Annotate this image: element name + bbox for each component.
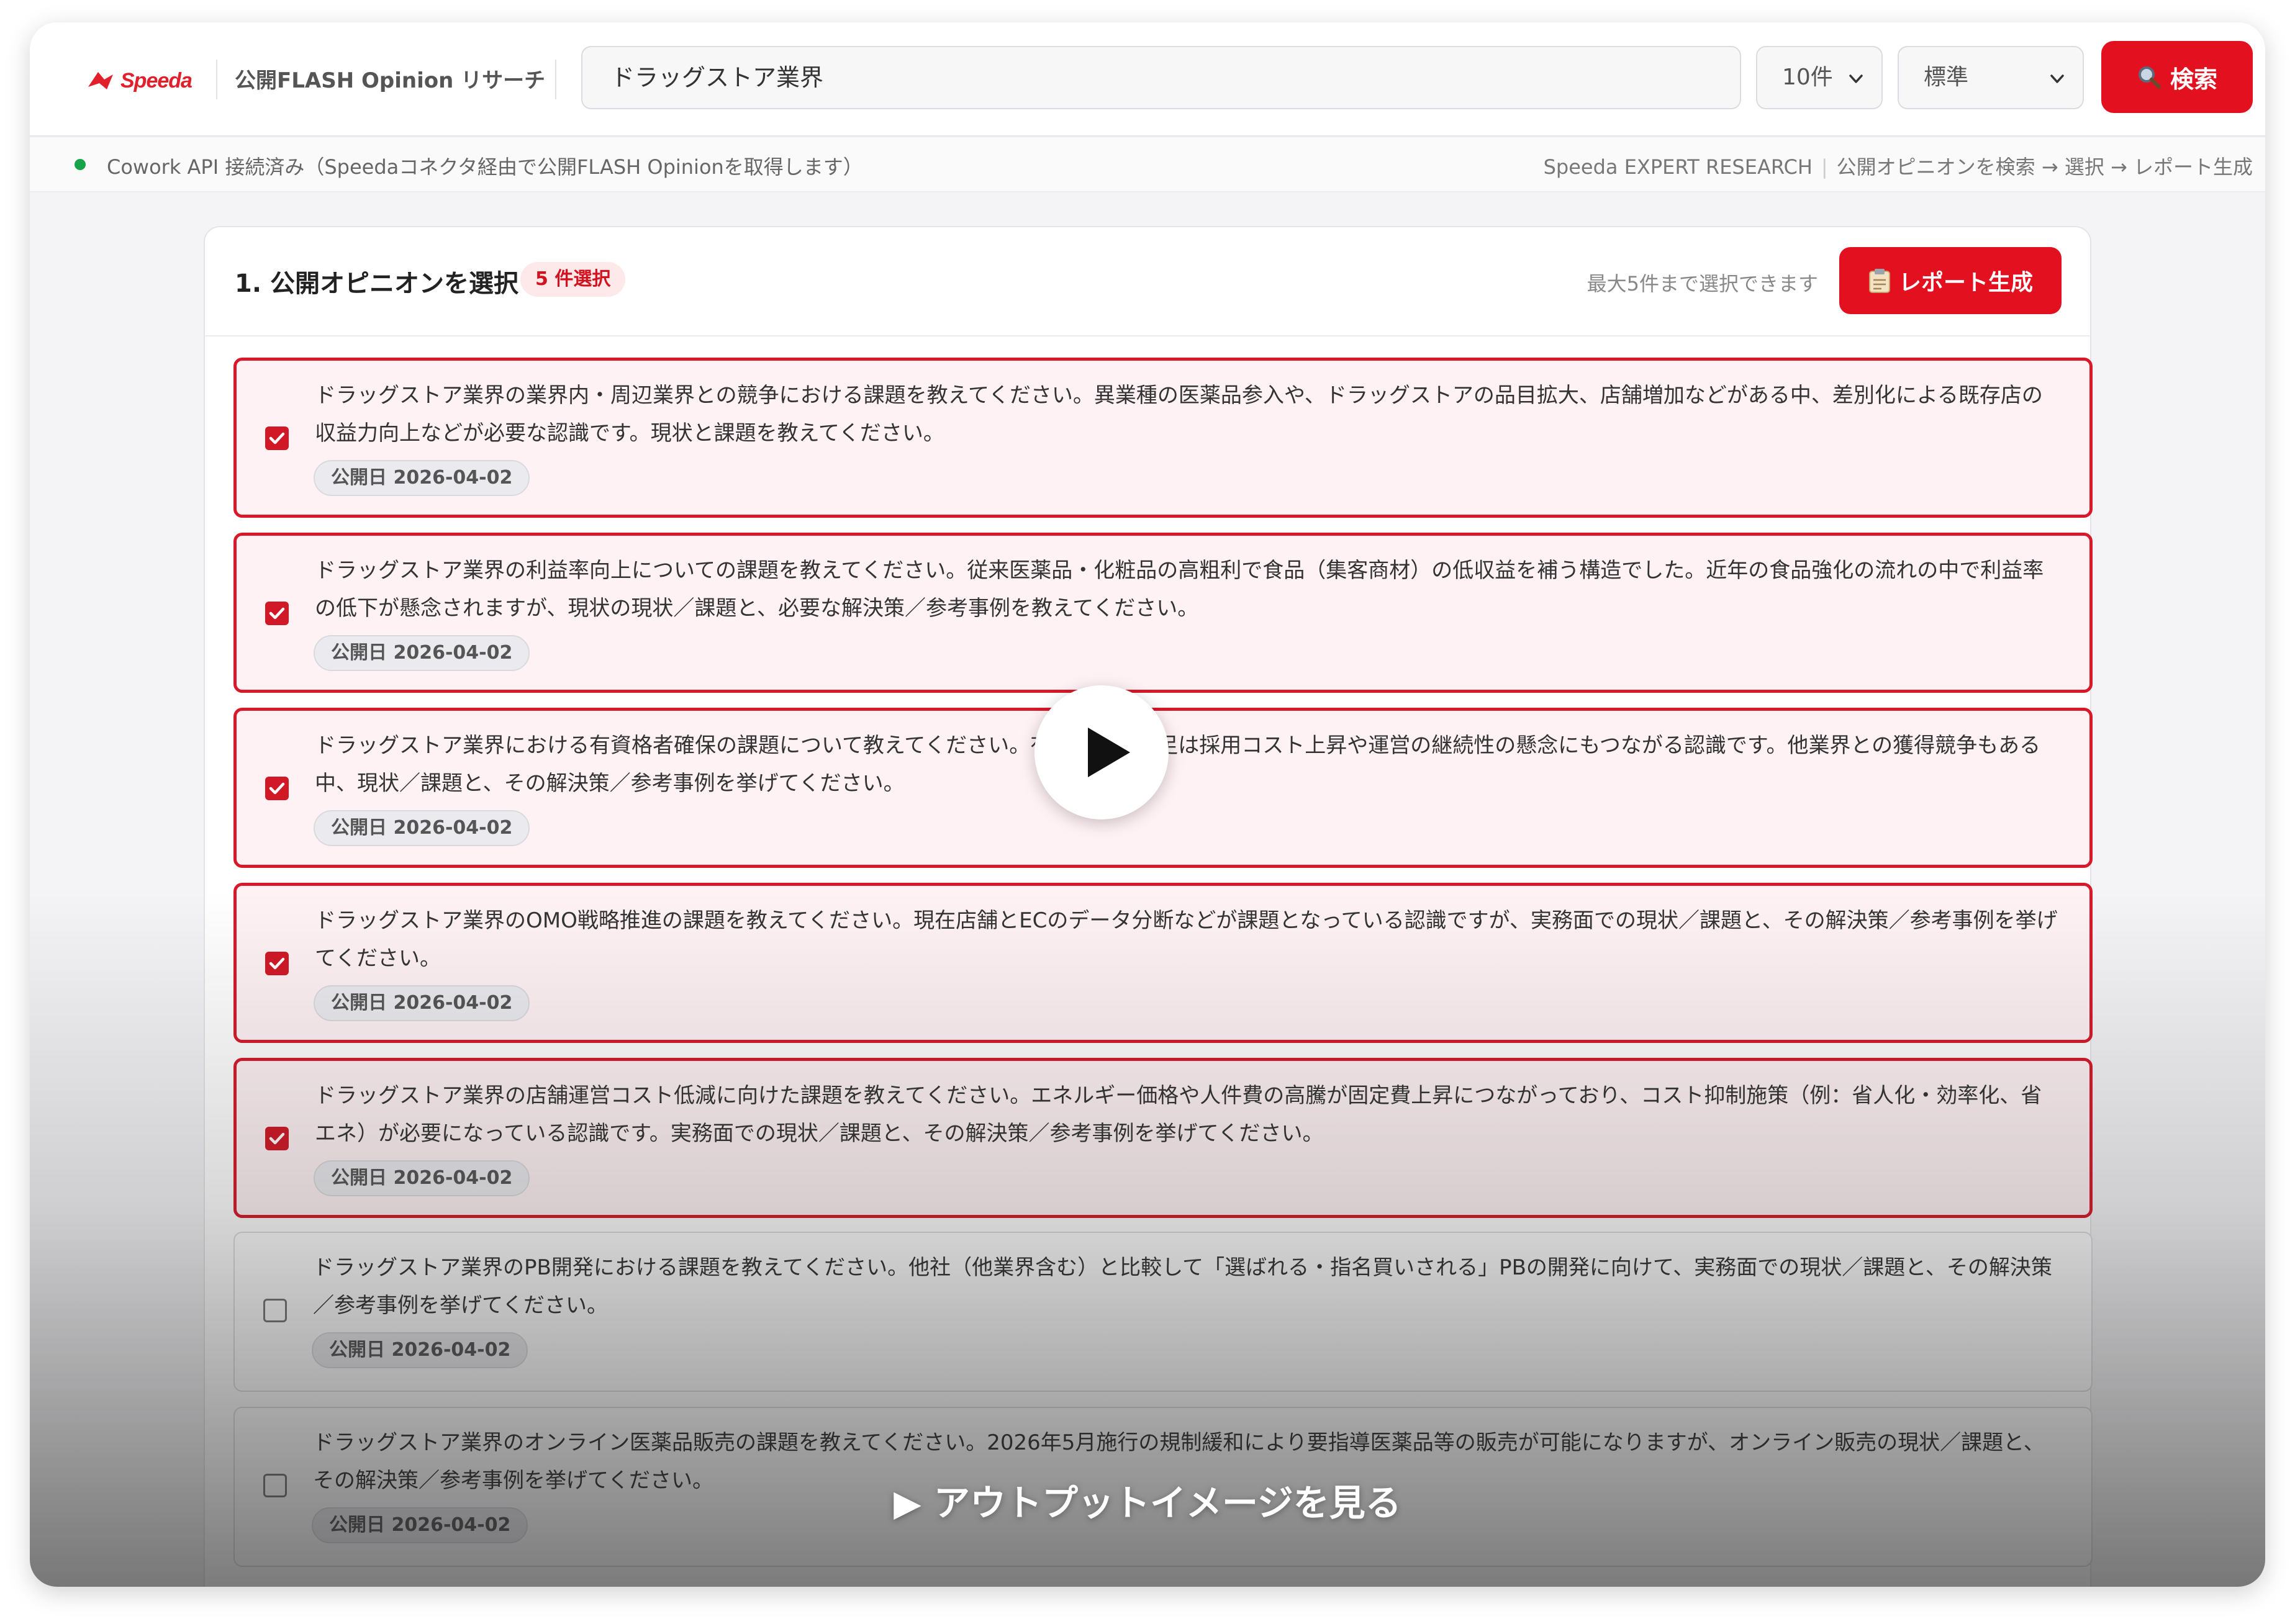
app-title: 公開FLASH Opinion リサーチ	[235, 68, 546, 93]
opinion-checkbox[interactable]	[265, 426, 289, 450]
connection-status-dot	[75, 159, 86, 170]
status-bar: Cowork API 接続済み（Speedaコネクタ経由で公開FLASH Opi…	[30, 138, 2265, 192]
opinion-text: ドラッグストア業界の業界内・周辺業界との競争における課題を教えてください。異業種…	[315, 383, 2043, 446]
publish-date-tag: 公開日 2026-04-02	[314, 460, 530, 496]
opinion-item[interactable]: ドラッグストア業界の利益率向上についての課題を教えてください。従来医薬品・化粧品…	[233, 533, 2093, 693]
opinion-text: ドラッグストア業界の利益率向上についての課題を教えてください。従来医薬品・化粧品…	[315, 558, 2044, 621]
checkmark-icon	[269, 782, 285, 795]
steps-brand: Speeda EXPERT RESEARCH	[1543, 155, 1813, 179]
search-button[interactable]: 検索	[2101, 41, 2253, 113]
view-output-link[interactable]: ▶ アウトプットイメージを見る	[837, 1474, 1458, 1526]
app-window: Speeda 公開FLASH Opinion リサーチ ドラッグストア業界 10…	[30, 22, 2265, 1587]
search-input[interactable]: ドラッグストア業界	[581, 46, 1741, 109]
checkmark-icon	[269, 607, 285, 620]
steps-flow: 公開オピニオンを検索 → 選択 → レポート生成	[1836, 155, 2253, 179]
workflow-steps: Speeda EXPERT RESEARCH | 公開オピニオンを検索 → 選択 →…	[1543, 155, 2253, 179]
opinion-text: ドラッグストア業界における有資格者確保の課題について教えてください。有資格者の不…	[315, 733, 2041, 796]
divider	[555, 60, 556, 99]
speeda-logo-icon	[88, 72, 113, 89]
publish-date-tag: 公開日 2026-04-02	[314, 635, 530, 671]
result-count-value: 10件	[1782, 65, 1833, 90]
mode-value: 標準	[1924, 65, 1969, 90]
panel-header: 1. 公開オピニオンを選択 5 件選択 最大5件まで選択できます レポート生成	[205, 227, 2090, 336]
logo-text: Speeda	[120, 68, 192, 92]
panel-title: 1. 公開オピニオンを選択	[235, 269, 518, 298]
speeda-logo: Speeda	[86, 65, 192, 97]
top-bar: Speeda 公開FLASH Opinion リサーチ ドラッグストア業界 10…	[30, 22, 2265, 137]
publish-date-tag: 公開日 2026-04-02	[314, 810, 530, 846]
result-count-select[interactable]: 10件	[1756, 46, 1883, 109]
search-icon	[2138, 66, 2161, 89]
opinion-checkbox[interactable]	[265, 602, 289, 625]
mode-select[interactable]: 標準	[1898, 46, 2084, 109]
search-button-label: 検索	[2170, 65, 2217, 93]
clipboard-icon	[1868, 269, 1890, 293]
generate-report-label: レポート生成	[1898, 270, 2033, 295]
play-icon	[1088, 728, 1130, 777]
chevron-down-icon	[1849, 74, 1863, 83]
play-video-button[interactable]	[1034, 685, 1169, 819]
selected-count-badge: 5 件選択	[520, 262, 626, 297]
opinion-checkbox[interactable]	[265, 777, 289, 800]
connection-status-text: Cowork API 接続済み（Speedaコネクタ経由で公開FLASH Opi…	[107, 155, 863, 179]
chevron-down-icon	[2050, 74, 2064, 83]
generate-report-button[interactable]: レポート生成	[1839, 247, 2062, 314]
opinion-item[interactable]: ドラッグストア業界の業界内・周辺業界との競争における課題を教えてください。異業種…	[233, 358, 2093, 518]
selection-limit-hint: 最大5件まで選択できます	[1587, 272, 1818, 295]
checkmark-icon	[269, 432, 285, 444]
divider	[216, 60, 217, 99]
